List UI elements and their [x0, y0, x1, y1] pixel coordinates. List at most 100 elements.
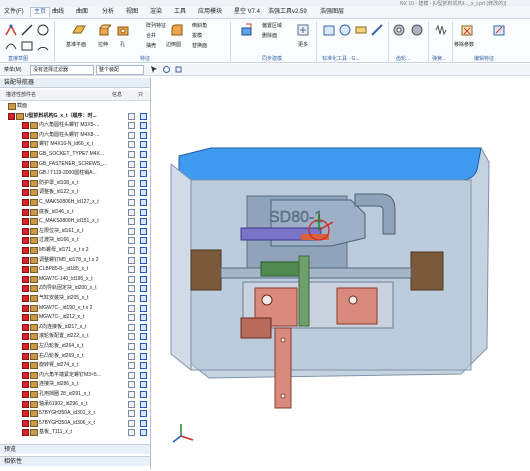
- info-icon[interactable]: [128, 237, 135, 245]
- menu-item[interactable]: 工具: [174, 8, 186, 17]
- readonly-icon[interactable]: [140, 381, 147, 389]
- info-icon[interactable]: [128, 381, 135, 389]
- tree-node[interactable]: 滚轮板配置_id222_x_t: [0, 332, 150, 341]
- menu-item[interactable]: 星空 V7.4: [234, 8, 260, 17]
- info-icon[interactable]: [128, 275, 135, 283]
- info-icon[interactable]: [128, 131, 135, 139]
- pattern-feature-button[interactable]: 阵列特征: [146, 22, 166, 29]
- tree-node[interactable]: 连接块_id286_x_t: [0, 380, 150, 389]
- more-button-label[interactable]: 更多: [298, 41, 308, 48]
- readonly-icon[interactable]: [140, 179, 147, 187]
- tree-node[interactable]: 基板_T111_x_t: [0, 428, 150, 437]
- visibility-checkbox[interactable]: [22, 141, 29, 149]
- extrude-icon[interactable]: [97, 23, 111, 37]
- offset-region-button[interactable]: 偏置区域: [262, 22, 282, 29]
- chamfer-button[interactable]: 倒斜角: [192, 22, 207, 29]
- readonly-icon[interactable]: [140, 333, 147, 341]
- visibility-checkbox[interactable]: [22, 333, 29, 341]
- visibility-checkbox[interactable]: [22, 247, 29, 254]
- info-icon[interactable]: [128, 151, 135, 158]
- info-icon[interactable]: [128, 179, 135, 187]
- visibility-checkbox[interactable]: [22, 160, 29, 168]
- readonly-icon[interactable]: [140, 189, 147, 197]
- readonly-icon[interactable]: [140, 295, 147, 302]
- readonly-icon[interactable]: [140, 199, 147, 206]
- menu-item[interactable]: 渲染: [150, 8, 162, 17]
- replace-face-button[interactable]: 替换面: [192, 42, 207, 49]
- tree-node[interactable]: CLBP85-8-_id185_x_t: [0, 265, 150, 274]
- tree-node[interactable]: 防护罩_id108_x_t: [0, 179, 150, 187]
- visibility-checkbox[interactable]: [22, 323, 29, 331]
- tree-node[interactable]: 左凸轮板_id264_x_t: [0, 342, 150, 350]
- info-icon[interactable]: [128, 256, 135, 264]
- hole-icon[interactable]: [116, 23, 130, 37]
- tree-node[interactable]: 内六角圆柱头螺钉 M4X8-...: [0, 131, 150, 139]
- visibility-checkbox[interactable]: [22, 218, 29, 226]
- visibility-checkbox[interactable]: [22, 362, 29, 370]
- tree-node[interactable]: M5螺母_id171_x_t x 2: [0, 246, 150, 254]
- visibility-checkbox[interactable]: [22, 295, 29, 302]
- readonly-icon[interactable]: [140, 227, 147, 235]
- tree-node[interactable]: 内六角平端紧定螺钉M3×5...: [0, 371, 150, 379]
- hole-button-label[interactable]: 孔: [120, 41, 125, 48]
- readonly-icon[interactable]: [140, 352, 147, 360]
- tree-node[interactable]: 调整板_id122_x_t: [0, 188, 150, 197]
- move-face-icon[interactable]: [240, 23, 254, 37]
- visibility-checkbox[interactable]: [22, 419, 29, 427]
- visibility-checkbox[interactable]: [22, 266, 29, 274]
- info-icon[interactable]: [128, 391, 135, 398]
- std-tool-4-icon[interactable]: [370, 23, 384, 37]
- tree-node[interactable]: C_MAKS0806H_id127_x_t: [0, 198, 150, 206]
- readonly-icon[interactable]: [140, 419, 147, 427]
- info-icon[interactable]: [128, 208, 135, 216]
- tree-node[interactable]: GB_SOCKET_TYPE7 M4X...: [0, 150, 150, 158]
- spring-icon[interactable]: [434, 23, 448, 37]
- info-icon[interactable]: [128, 323, 135, 331]
- gear-icon[interactable]: [392, 23, 406, 37]
- info-icon[interactable]: [128, 247, 135, 254]
- tree-node[interactable]: 调整螺钉M5_id178_x_t x 2: [0, 256, 150, 264]
- remove-parameters-label[interactable]: 移除参数: [454, 41, 474, 48]
- info-icon[interactable]: [128, 199, 135, 206]
- sketch-icon[interactable]: [4, 23, 18, 37]
- tree-node[interactable]: MGW7C-140_id195_x_t: [0, 275, 150, 283]
- datum-plane-icon[interactable]: [72, 23, 86, 37]
- visibility-checkbox[interactable]: [22, 371, 29, 379]
- readonly-icon[interactable]: [140, 208, 147, 216]
- visibility-checkbox[interactable]: [22, 227, 29, 235]
- tree-node[interactable]: 气缸安装块_id205_x_t: [0, 294, 150, 302]
- circle-icon[interactable]: [36, 23, 50, 37]
- readonly-icon[interactable]: [140, 122, 147, 130]
- readonly-icon[interactable]: [140, 247, 147, 254]
- column-info-header[interactable]: 信息: [112, 91, 122, 98]
- info-icon[interactable]: [128, 295, 135, 302]
- tree-node[interactable]: 内六角圆柱头螺钉 M3X5-...: [0, 121, 150, 130]
- visibility-checkbox[interactable]: [22, 304, 29, 312]
- visibility-checkbox[interactable]: [22, 381, 29, 389]
- section-node[interactable]: 截面: [0, 102, 150, 110]
- selection-scope-select[interactable]: 整个装配: [96, 65, 144, 75]
- menu-button[interactable]: 菜单(M): [4, 66, 22, 73]
- visibility-checkbox[interactable]: [22, 131, 29, 139]
- std-tool-2-icon[interactable]: [338, 23, 352, 37]
- info-icon[interactable]: [128, 410, 135, 418]
- line-icon[interactable]: [20, 23, 34, 37]
- readonly-icon[interactable]: [140, 266, 147, 274]
- info-icon[interactable]: [128, 371, 135, 379]
- menu-item[interactable]: 曲线: [52, 8, 64, 17]
- readonly-icon[interactable]: [140, 304, 147, 312]
- readonly-icon[interactable]: [140, 170, 147, 178]
- tree-node[interactable]: 螺钉 M4X10-N_id66_x_t: [0, 140, 150, 149]
- tree-node[interactable]: Z向导轨固定块_id200_x_t: [0, 284, 150, 293]
- gear-2-icon[interactable]: [410, 23, 424, 37]
- delete-face-button[interactable]: 删除面: [262, 32, 277, 39]
- preview-panel-header[interactable]: 预览: [0, 444, 150, 454]
- info-icon[interactable]: [128, 141, 135, 149]
- readonly-icon[interactable]: [140, 237, 147, 245]
- menu-item[interactable]: 曲面: [76, 8, 88, 17]
- info-icon[interactable]: [128, 112, 135, 120]
- readonly-icon[interactable]: [140, 151, 147, 158]
- readonly-icon[interactable]: [140, 285, 147, 293]
- tree-node[interactable]: 轴承61902_id296_x_t: [0, 400, 150, 408]
- visibility-checkbox[interactable]: [22, 429, 29, 437]
